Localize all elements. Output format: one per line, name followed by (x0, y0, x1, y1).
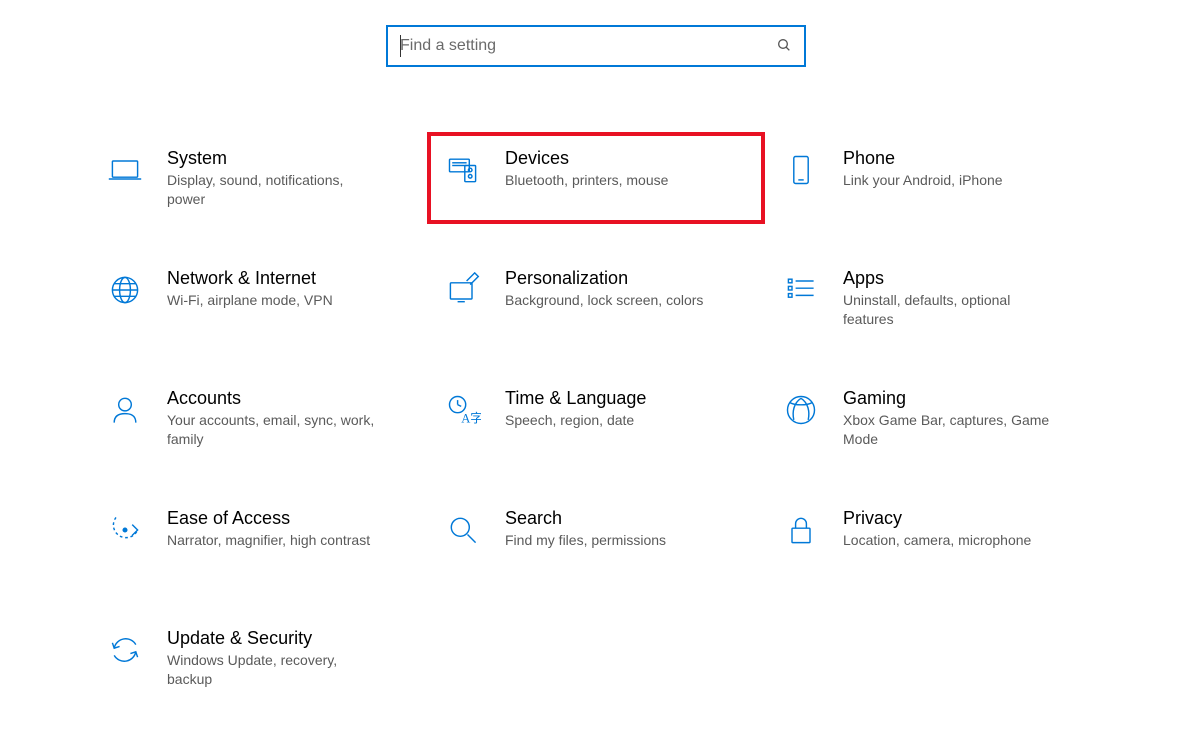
lock-icon (779, 508, 823, 552)
tile-text: Accounts Your accounts, email, sync, wor… (167, 386, 377, 449)
tile-desc: Windows Update, recovery, backup (167, 651, 377, 689)
search-box[interactable] (386, 25, 806, 67)
tile-text: Apps Uninstall, defaults, optional featu… (843, 266, 1053, 329)
tile-desc: Your accounts, email, sync, work, family (167, 411, 377, 449)
tile-devices[interactable]: Devices Bluetooth, printers, mouse (427, 132, 765, 224)
tile-desc: Location, camera, microphone (843, 531, 1031, 550)
tile-text: Ease of Access Narrator, magnifier, high… (167, 506, 370, 550)
tile-time-language[interactable]: A字 Time & Language Speech, region, date (427, 372, 765, 464)
devices-icon (441, 148, 485, 192)
tile-desc: Bluetooth, printers, mouse (505, 171, 668, 190)
settings-grid: System Display, sound, notifications, po… (0, 132, 1192, 704)
time-language-icon: A字 (441, 388, 485, 432)
phone-icon (779, 148, 823, 192)
tile-search[interactable]: Search Find my files, permissions (427, 492, 765, 584)
tile-title: Ease of Access (167, 508, 370, 529)
tile-desc: Display, sound, notifications, power (167, 171, 377, 209)
system-icon (103, 148, 147, 192)
tile-title: Gaming (843, 388, 1053, 409)
tile-desc: Wi-Fi, airplane mode, VPN (167, 291, 333, 310)
tile-title: Update & Security (167, 628, 377, 649)
tile-phone[interactable]: Phone Link your Android, iPhone (765, 132, 1103, 224)
tile-title: Time & Language (505, 388, 646, 409)
search-input[interactable] (400, 37, 776, 55)
tile-title: Apps (843, 268, 1053, 289)
personalization-icon (441, 268, 485, 312)
tile-text: Devices Bluetooth, printers, mouse (505, 146, 668, 190)
ease-of-access-icon (103, 508, 147, 552)
tile-desc: Find my files, permissions (505, 531, 666, 550)
search-icon (776, 37, 792, 56)
tile-title: Devices (505, 148, 668, 169)
tile-text: Personalization Background, lock screen,… (505, 266, 703, 310)
tile-title: Accounts (167, 388, 377, 409)
tile-text: Network & Internet Wi-Fi, airplane mode,… (167, 266, 333, 310)
tile-system[interactable]: System Display, sound, notifications, po… (89, 132, 427, 224)
update-icon (103, 628, 147, 672)
tile-apps[interactable]: Apps Uninstall, defaults, optional featu… (765, 252, 1103, 344)
tile-desc: Narrator, magnifier, high contrast (167, 531, 370, 550)
tile-title: Phone (843, 148, 1003, 169)
tile-title: Search (505, 508, 666, 529)
tile-text: Time & Language Speech, region, date (505, 386, 646, 430)
apps-icon (779, 268, 823, 312)
tile-text: Privacy Location, camera, microphone (843, 506, 1031, 550)
tile-title: Privacy (843, 508, 1031, 529)
tile-network[interactable]: Network & Internet Wi-Fi, airplane mode,… (89, 252, 427, 344)
search-container (0, 0, 1192, 67)
tile-text: Gaming Xbox Game Bar, captures, Game Mod… (843, 386, 1053, 449)
tile-title: Personalization (505, 268, 703, 289)
tile-update-security[interactable]: Update & Security Windows Update, recove… (89, 612, 427, 704)
svg-text:A字: A字 (461, 412, 481, 426)
tile-desc: Uninstall, defaults, optional features (843, 291, 1053, 329)
search-tile-icon (441, 508, 485, 552)
globe-icon (103, 268, 147, 312)
tile-title: System (167, 148, 377, 169)
tile-text: Search Find my files, permissions (505, 506, 666, 550)
tile-desc: Link your Android, iPhone (843, 171, 1003, 190)
tile-accounts[interactable]: Accounts Your accounts, email, sync, wor… (89, 372, 427, 464)
tile-text: Update & Security Windows Update, recove… (167, 626, 377, 689)
tile-title: Network & Internet (167, 268, 333, 289)
text-cursor (400, 35, 401, 57)
tile-desc: Background, lock screen, colors (505, 291, 703, 310)
tile-gaming[interactable]: Gaming Xbox Game Bar, captures, Game Mod… (765, 372, 1103, 464)
tile-privacy[interactable]: Privacy Location, camera, microphone (765, 492, 1103, 584)
gaming-icon (779, 388, 823, 432)
tile-text: System Display, sound, notifications, po… (167, 146, 377, 209)
tile-text: Phone Link your Android, iPhone (843, 146, 1003, 190)
tile-desc: Speech, region, date (505, 411, 646, 430)
accounts-icon (103, 388, 147, 432)
tile-desc: Xbox Game Bar, captures, Game Mode (843, 411, 1053, 449)
tile-ease-of-access[interactable]: Ease of Access Narrator, magnifier, high… (89, 492, 427, 584)
tile-personalization[interactable]: Personalization Background, lock screen,… (427, 252, 765, 344)
